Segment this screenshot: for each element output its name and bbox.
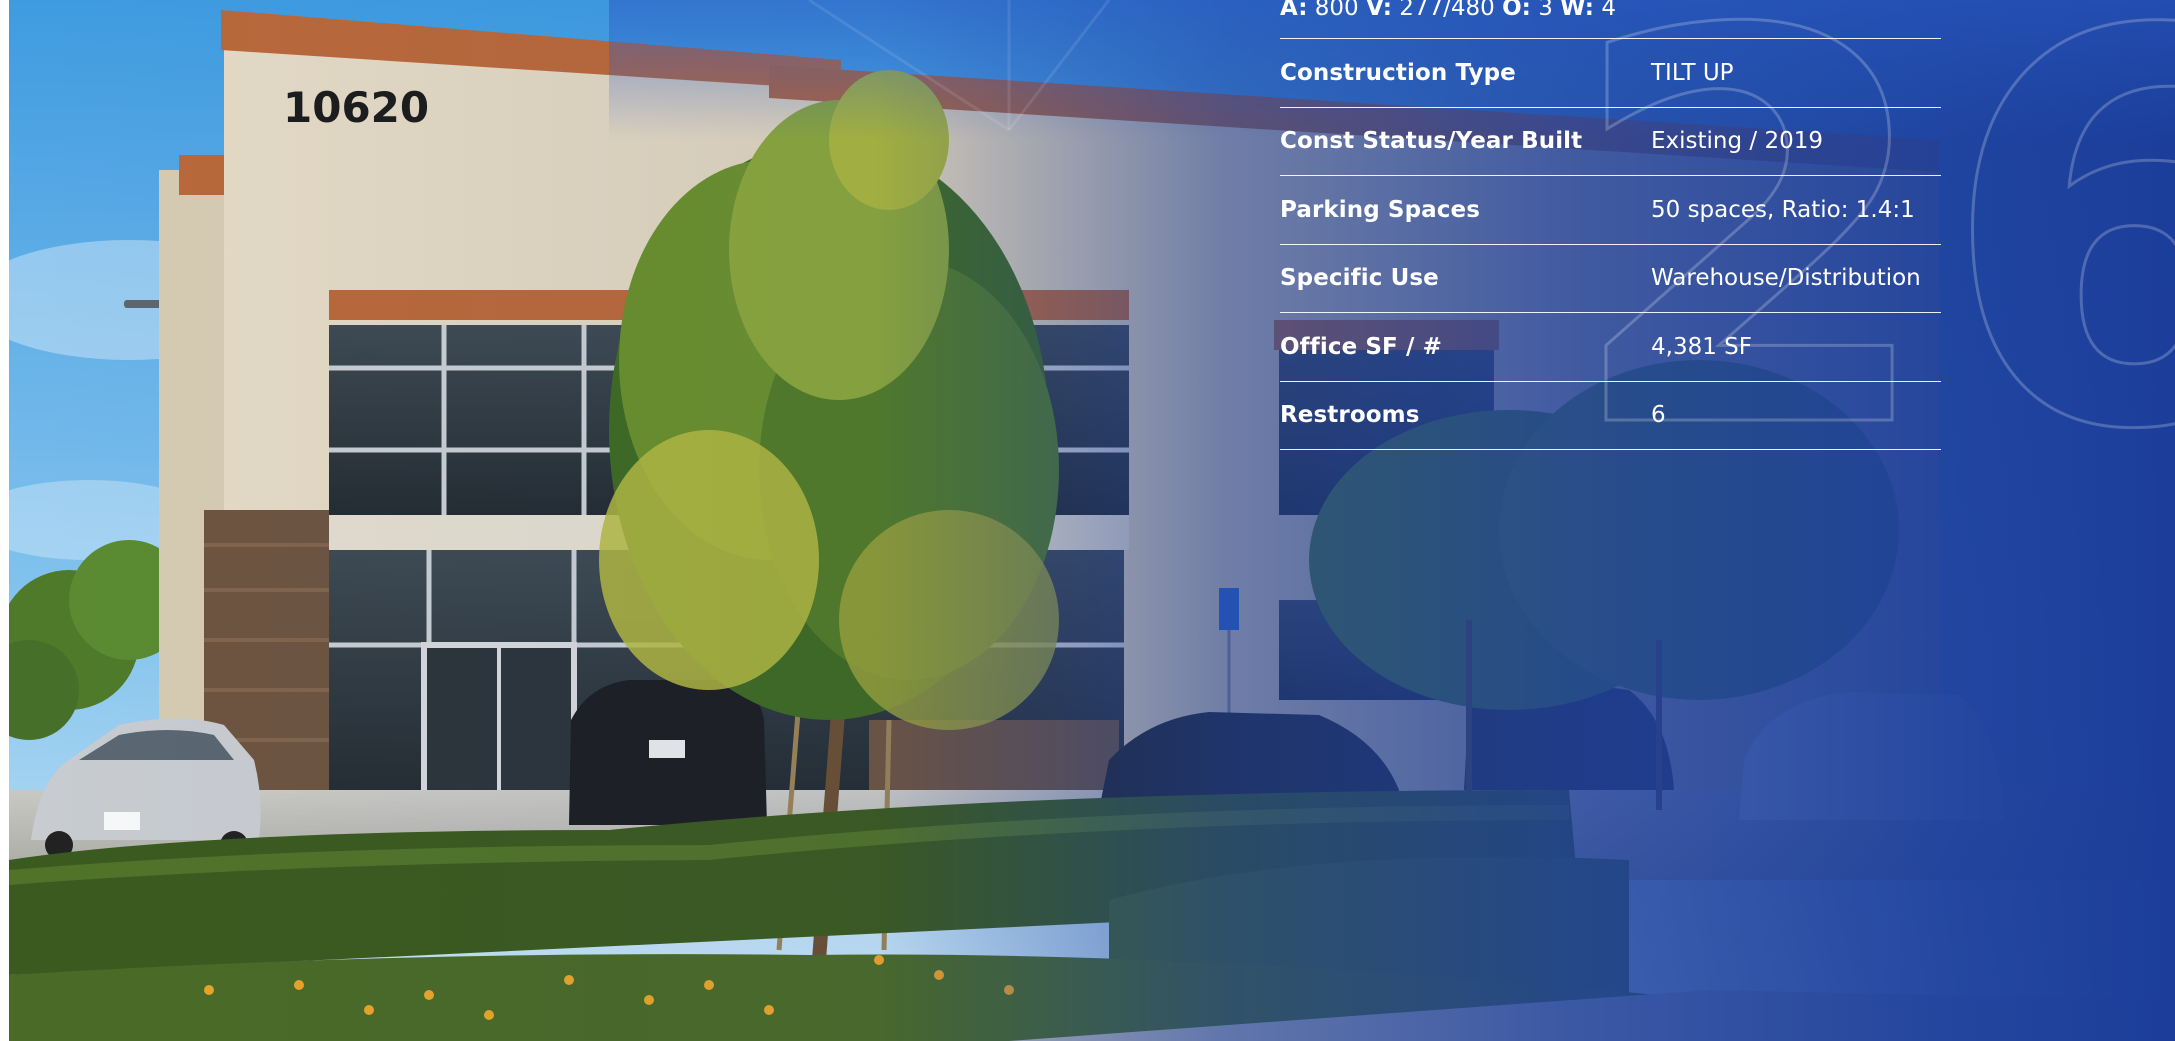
electrical-info: A: 800 V: 277/480 O: 3 W: 4 <box>1280 0 1941 39</box>
spec-value: Existing / 2019 <box>1651 128 1824 155</box>
property-flyer-page: 10620 <box>0 0 2175 1041</box>
spec-label: Const Status/Year Built <box>1280 128 1583 155</box>
spec-value: Warehouse/Distribution <box>1651 265 1921 292</box>
amps-label: A: <box>1280 0 1308 21</box>
spec-row-year-built: Const Status/Year Built Existing / 2019 <box>1280 108 1941 176</box>
spec-label: Office SF / # <box>1280 333 1442 360</box>
volts-label: V: <box>1365 0 1392 21</box>
spec-label: Restrooms <box>1280 402 1420 429</box>
volts-value: 277/480 <box>1399 0 1495 21</box>
wire-label: W: <box>1560 0 1595 21</box>
spec-row-parking: Parking Spaces 50 spaces, Ratio: 1.4:1 <box>1280 176 1941 245</box>
spec-value: TILT UP <box>1651 59 1734 86</box>
spec-value: 6 <box>1651 402 1666 429</box>
wire-value: 4 <box>1601 0 1616 21</box>
spec-label: Specific Use <box>1280 265 1439 292</box>
spec-row-office-sf: Office SF / # 4,381 SF <box>1280 313 1941 382</box>
spec-label: Parking Spaces <box>1280 196 1480 223</box>
spec-row-restrooms: Restrooms 6 <box>1280 382 1941 450</box>
amps-value: 800 <box>1314 0 1359 21</box>
property-specs-table: A: 800 V: 277/480 O: 3 W: 4 Construction… <box>1280 0 1941 450</box>
spec-label: Construction Type <box>1280 59 1516 86</box>
spec-value: 4,381 SF <box>1651 333 1752 360</box>
spec-row-construction-type: Construction Type TILT UP <box>1280 39 1941 108</box>
spec-row-specific-use: Specific Use Warehouse/Distribution <box>1280 245 1941 313</box>
phase-label: O: <box>1502 0 1531 21</box>
phase-value: 3 <box>1538 0 1553 21</box>
page-margin <box>0 0 9 1041</box>
spec-value: 50 spaces, Ratio: 1.4:1 <box>1651 196 1915 223</box>
